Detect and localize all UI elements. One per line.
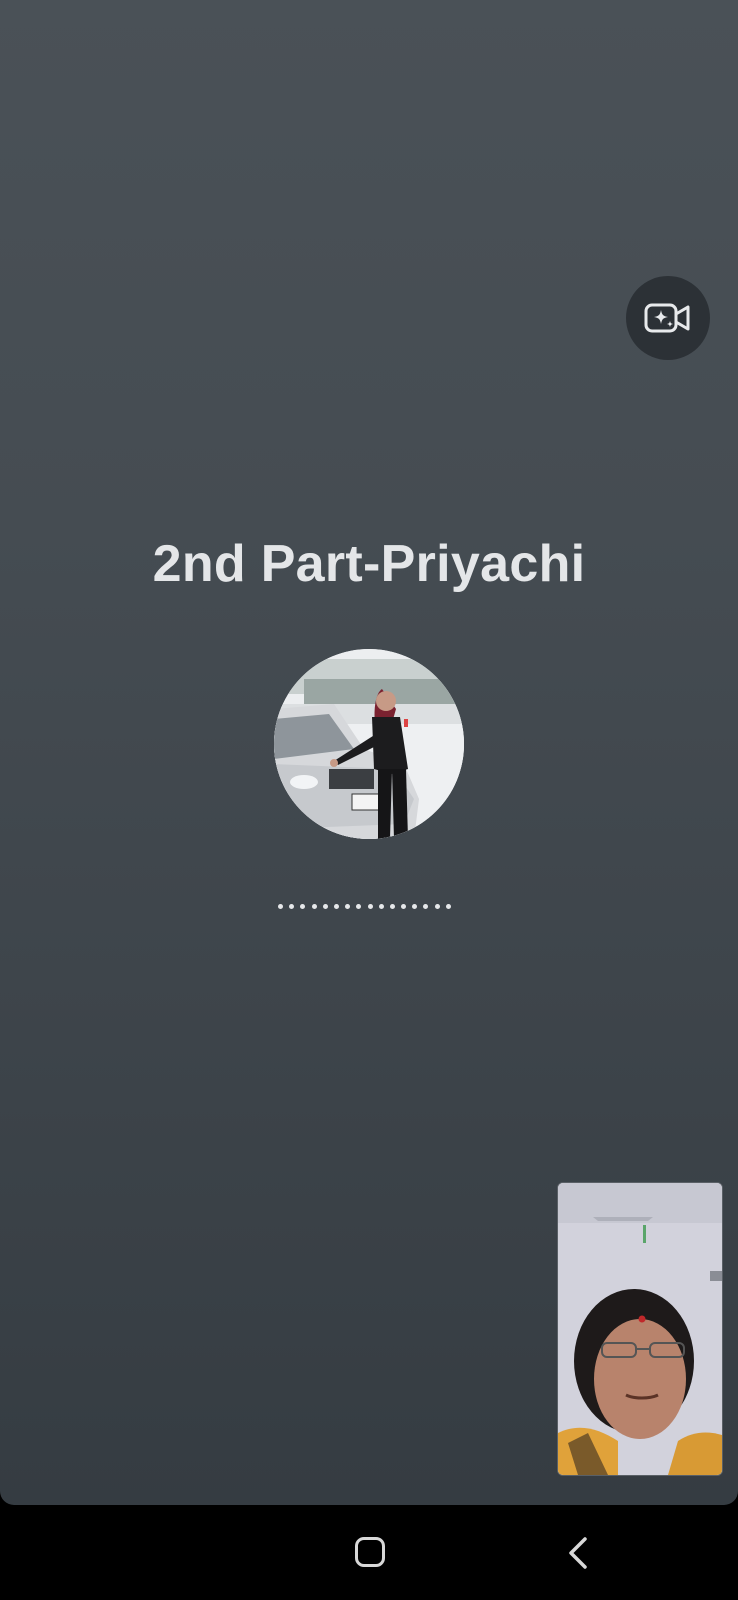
ringing-dot (423, 904, 429, 909)
back-chevron-icon[interactable] (563, 1535, 597, 1571)
ringing-dot (356, 904, 362, 909)
ringing-dot (434, 904, 440, 909)
ringing-dot (333, 904, 339, 909)
ringing-dot (278, 904, 283, 909)
home-square-icon[interactable] (355, 1537, 385, 1567)
ringing-dot (289, 904, 295, 909)
ringing-dot (345, 904, 351, 909)
ringing-dot (322, 904, 328, 909)
ringing-dot (300, 904, 306, 909)
video-sparkle-icon (644, 303, 690, 333)
ringing-dot (367, 904, 373, 909)
contact-name: 2nd Part-Priyachi (152, 535, 586, 593)
self-camera-preview[interactable] (557, 1182, 723, 1476)
video-effects-button[interactable] (626, 276, 710, 360)
ringing-indicator (278, 904, 451, 909)
ringing-dot (311, 904, 317, 909)
ringing-dot (389, 904, 395, 909)
call-panel: 2nd Part-Priyachi (0, 0, 738, 1505)
ringing-dot (378, 904, 384, 909)
ringing-dot (401, 904, 407, 909)
contact-avatar (274, 649, 464, 839)
ringing-dot (412, 904, 418, 909)
ringing-dot (445, 904, 451, 909)
video-call-screen: 2nd Part-Priyachi (0, 0, 738, 1600)
